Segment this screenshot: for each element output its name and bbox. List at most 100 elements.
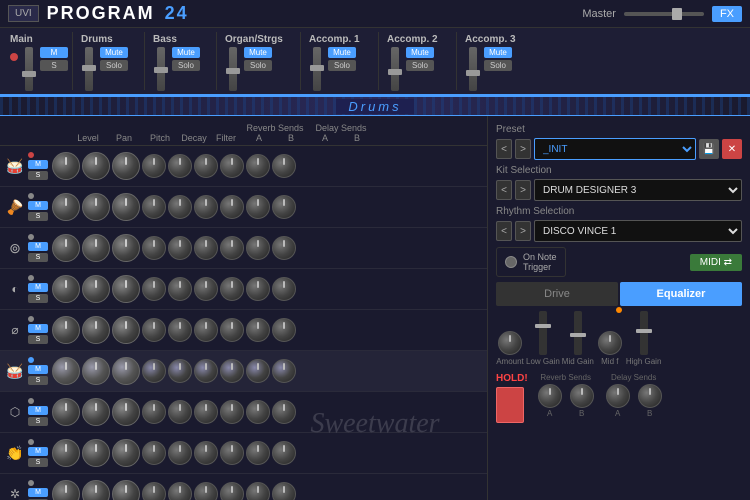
filter-knob[interactable] bbox=[168, 441, 192, 465]
pan-knob[interactable] bbox=[82, 234, 110, 262]
reverb-a-knob[interactable] bbox=[194, 318, 218, 342]
level-knob[interactable] bbox=[52, 357, 80, 385]
reverb-b-knob[interactable] bbox=[220, 154, 244, 178]
drum-mute-btn[interactable]: M bbox=[28, 283, 48, 292]
accomp1-solo-btn[interactable]: Solo bbox=[328, 60, 356, 71]
accomp3-mute-btn[interactable]: Mute bbox=[484, 47, 512, 58]
drum-mute-btn[interactable]: M bbox=[28, 160, 48, 169]
reverb-b-knob[interactable] bbox=[220, 441, 244, 465]
preset-prev-btn[interactable]: < bbox=[496, 139, 512, 159]
reverb-b-knob[interactable] bbox=[220, 318, 244, 342]
delay-b-knob[interactable] bbox=[272, 400, 296, 424]
pitch-knob[interactable] bbox=[112, 316, 140, 344]
reverb-a-knob[interactable] bbox=[194, 400, 218, 424]
delay-b-knob[interactable] bbox=[272, 154, 296, 178]
pitch-knob[interactable] bbox=[112, 480, 140, 500]
midi-button[interactable]: MIDI ⇄ bbox=[690, 254, 742, 271]
drum-mute-btn[interactable]: M bbox=[28, 488, 48, 497]
accomp1-mute-btn[interactable]: Mute bbox=[328, 47, 356, 58]
bass-fader[interactable] bbox=[157, 47, 165, 91]
filter-knob[interactable] bbox=[168, 236, 192, 260]
delay-a-knob[interactable] bbox=[246, 195, 270, 219]
accomp2-solo-btn[interactable]: Solo bbox=[406, 60, 434, 71]
decay-knob[interactable] bbox=[142, 277, 166, 301]
drive-tab[interactable]: Drive bbox=[496, 282, 618, 306]
decay-knob[interactable] bbox=[142, 482, 166, 500]
reverb-a-knob[interactable] bbox=[194, 482, 218, 500]
accomp2-fader[interactable] bbox=[391, 47, 399, 91]
drum-mute-btn[interactable]: M bbox=[28, 406, 48, 415]
pan-knob[interactable] bbox=[82, 439, 110, 467]
drum-mute-btn[interactable]: M bbox=[28, 242, 48, 251]
master-slider[interactable] bbox=[624, 12, 704, 16]
delay-a-knob[interactable] bbox=[246, 482, 270, 500]
pitch-knob[interactable] bbox=[112, 439, 140, 467]
level-knob[interactable] bbox=[52, 152, 80, 180]
drums-solo-btn[interactable]: Solo bbox=[100, 60, 128, 71]
decay-knob[interactable] bbox=[142, 441, 166, 465]
delay-b-knob[interactable] bbox=[272, 277, 296, 301]
main-solo-btn[interactable]: S bbox=[40, 60, 68, 71]
reverb-b-knob[interactable] bbox=[220, 236, 244, 260]
main-fader[interactable] bbox=[25, 47, 33, 91]
filter-knob[interactable] bbox=[168, 482, 192, 500]
delay-b-knob[interactable] bbox=[272, 318, 296, 342]
reverb-a-knob[interactable] bbox=[194, 277, 218, 301]
level-knob[interactable] bbox=[52, 439, 80, 467]
drum-solo-btn[interactable]: S bbox=[28, 376, 48, 385]
drum-mute-btn[interactable]: M bbox=[28, 201, 48, 210]
accomp2-mute-btn[interactable]: Mute bbox=[406, 47, 434, 58]
main-mute-btn[interactable]: M bbox=[40, 47, 68, 58]
delay-b-knob[interactable] bbox=[272, 195, 296, 219]
reverb-a-knob[interactable] bbox=[194, 359, 218, 383]
drum-mute-btn[interactable]: M bbox=[28, 365, 48, 374]
decay-knob[interactable] bbox=[142, 195, 166, 219]
delay-a-knob[interactable] bbox=[246, 441, 270, 465]
accomp1-fader[interactable] bbox=[313, 47, 321, 91]
drum-solo-btn[interactable]: S bbox=[28, 335, 48, 344]
kit-prev-btn[interactable]: < bbox=[496, 180, 512, 200]
drum-mute-btn[interactable]: M bbox=[28, 324, 48, 333]
kit-dropdown[interactable]: DRUM DESIGNER 3 bbox=[534, 179, 742, 201]
drum-solo-btn[interactable]: S bbox=[28, 294, 48, 303]
pitch-knob[interactable] bbox=[112, 193, 140, 221]
pitch-knob[interactable] bbox=[112, 398, 140, 426]
fx-button[interactable]: FX bbox=[712, 6, 742, 22]
reverb-b-knob[interactable] bbox=[220, 400, 244, 424]
reverb-a-knob[interactable] bbox=[194, 236, 218, 260]
pitch-knob[interactable] bbox=[112, 275, 140, 303]
pan-knob[interactable] bbox=[82, 398, 110, 426]
level-knob[interactable] bbox=[52, 398, 80, 426]
pitch-knob[interactable] bbox=[112, 357, 140, 385]
pan-knob[interactable] bbox=[82, 316, 110, 344]
decay-knob[interactable] bbox=[142, 359, 166, 383]
rhythm-prev-btn[interactable]: < bbox=[496, 221, 512, 241]
delay-sends-a-knob[interactable] bbox=[606, 384, 630, 408]
bass-solo-btn[interactable]: Solo bbox=[172, 60, 200, 71]
reverb-b-knob[interactable] bbox=[220, 482, 244, 500]
filter-knob[interactable] bbox=[168, 154, 192, 178]
organ-solo-btn[interactable]: Solo bbox=[244, 60, 272, 71]
reverb-a-knob[interactable] bbox=[194, 195, 218, 219]
eq-amount-knob[interactable] bbox=[498, 331, 522, 355]
filter-knob[interactable] bbox=[168, 277, 192, 301]
reverb-a-knob[interactable] bbox=[194, 154, 218, 178]
reverb-b-knob[interactable] bbox=[220, 277, 244, 301]
delay-a-knob[interactable] bbox=[246, 400, 270, 424]
drums-mute-btn[interactable]: Mute bbox=[100, 47, 128, 58]
reverb-sends-a-knob[interactable] bbox=[538, 384, 562, 408]
delay-b-knob[interactable] bbox=[272, 482, 296, 500]
delay-a-knob[interactable] bbox=[246, 236, 270, 260]
level-knob[interactable] bbox=[52, 480, 80, 500]
delay-a-knob[interactable] bbox=[246, 359, 270, 383]
drum-solo-btn[interactable]: S bbox=[28, 253, 48, 262]
pan-knob[interactable] bbox=[82, 193, 110, 221]
delay-a-knob[interactable] bbox=[246, 318, 270, 342]
level-knob[interactable] bbox=[52, 316, 80, 344]
filter-knob[interactable] bbox=[168, 359, 192, 383]
equalizer-tab[interactable]: Equalizer bbox=[620, 282, 742, 306]
pitch-knob[interactable] bbox=[112, 234, 140, 262]
preset-dropdown[interactable]: _INIT bbox=[534, 138, 696, 160]
delay-b-knob[interactable] bbox=[272, 441, 296, 465]
accomp3-solo-btn[interactable]: Solo bbox=[484, 60, 512, 71]
